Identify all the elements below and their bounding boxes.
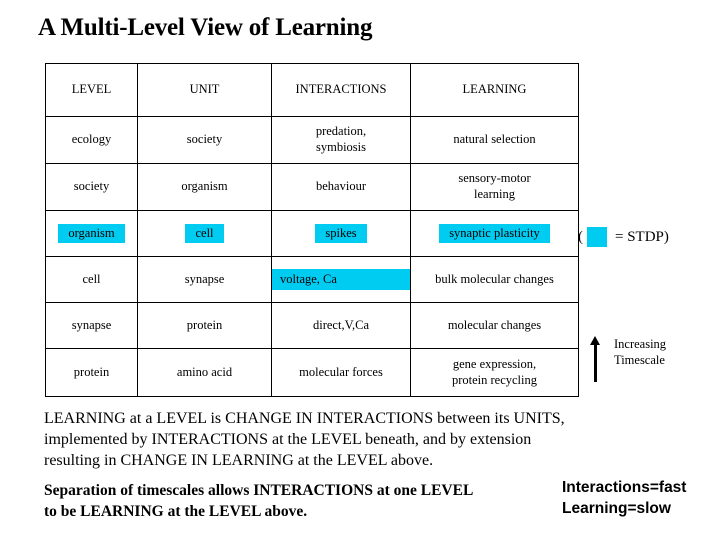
cell-learning: natural selection: [410, 116, 579, 164]
cell-unit: cell: [137, 210, 272, 257]
page-title: A Multi-Level View of Learning: [38, 14, 373, 41]
levels-table: LEVEL UNIT INTERACTIONS LEARNING ecology…: [45, 63, 579, 397]
highlight-chip: synaptic plasticity: [439, 223, 550, 244]
cell-learning: synaptic plasticity: [410, 210, 579, 257]
cell-level: cell: [45, 256, 138, 303]
up-arrow-icon: [588, 336, 602, 382]
secondary-paragraph: Separation of timescales allows INTERACT…: [44, 481, 554, 522]
cell-interactions: direct,V,Ca: [271, 302, 411, 349]
cell-interactions: behaviour: [271, 163, 411, 211]
main-paragraph-line3: resulting in CHANGE IN LEARNING at the L…: [44, 452, 434, 470]
cell-interactions-line2: symbiosis: [315, 140, 366, 154]
table-row: society organism behaviour sensory-motor…: [45, 163, 579, 211]
cell-unit: protein: [137, 302, 272, 349]
cell-unit: society: [137, 116, 272, 164]
main-paragraph-line1: LEARNING at a LEVEL is CHANGE IN INTERAC…: [44, 410, 565, 427]
cell-level: organism: [45, 210, 138, 257]
speed-note-line1: Interactions=fast: [562, 479, 687, 496]
cell-learning-line2: learning: [474, 187, 515, 201]
highlight-color-swatch: [587, 227, 607, 247]
main-paragraph: LEARNING at a LEVEL is CHANGE IN INTERAC…: [44, 408, 644, 471]
cell-level: protein: [45, 348, 138, 397]
timescale-line1: Increasing: [614, 337, 667, 351]
cell-learning-line1: gene expression,: [452, 356, 537, 371]
cell-learning: sensory-motor learning: [410, 163, 579, 211]
cell-interactions-line1: predation,: [315, 124, 367, 139]
timescale-label: Increasing Timescale: [614, 336, 666, 368]
cell-level: society: [45, 163, 138, 211]
cell-interactions: molecular forces: [271, 348, 411, 397]
timescale-line2: Timescale: [614, 353, 665, 367]
cell-learning-line1: sensory-motor: [458, 171, 531, 186]
cell-level: synapse: [45, 302, 138, 349]
table-row: synapse protein direct,V,Ca molecular ch…: [45, 302, 579, 349]
speed-note: Interactions=fast Learning=slow: [562, 478, 686, 520]
table-row: protein amino acid molecular forces gene…: [45, 348, 579, 397]
cell-learning: gene expression, protein recycling: [410, 348, 579, 397]
cell-level: ecology: [45, 116, 138, 164]
column-header-interactions: INTERACTIONS: [271, 63, 411, 117]
cell-unit: synapse: [137, 256, 272, 303]
cell-learning-line2: protein recycling: [451, 372, 538, 387]
cell-interactions: voltage, Ca: [271, 256, 411, 303]
column-header-level: LEVEL: [45, 63, 138, 117]
main-paragraph-line2: implemented by INTERACTIONS at the LEVEL…: [44, 431, 532, 449]
table-row: cell synapse voltage, Ca bulk molecular …: [45, 256, 579, 303]
highlight-chip: voltage, Ca: [272, 268, 410, 291]
secondary-paragraph-line2: to be LEARNING at the LEVEL above.: [44, 502, 308, 520]
highlight-chip: spikes: [315, 223, 367, 244]
secondary-paragraph-line1: Separation of timescales allows INTERACT…: [44, 482, 474, 499]
highlight-chip: cell: [185, 223, 224, 244]
arrow-shaft: [594, 343, 597, 382]
legend-label: = STDP): [615, 228, 669, 245]
cell-unit: amino acid: [137, 348, 272, 397]
stdp-legend: ( = STDP): [578, 227, 669, 247]
cell-learning: molecular changes: [410, 302, 579, 349]
table-row: ecology society predation, symbiosis nat…: [45, 116, 579, 164]
speed-note-line2: Learning=slow: [562, 499, 671, 517]
column-header-unit: UNIT: [137, 63, 272, 117]
highlight-chip: organism: [58, 223, 125, 244]
timescale-annotation: Increasing Timescale: [588, 336, 666, 382]
legend-open-paren: (: [578, 228, 583, 245]
cell-learning: bulk molecular changes: [410, 256, 579, 303]
table-header-row: LEVEL UNIT INTERACTIONS LEARNING: [45, 63, 579, 117]
cell-interactions: spikes: [271, 210, 411, 257]
table-row-highlighted: organism cell spikes synaptic plasticity: [45, 210, 579, 257]
column-header-learning: LEARNING: [410, 63, 579, 117]
cell-interactions: predation, symbiosis: [271, 116, 411, 164]
cell-unit: organism: [137, 163, 272, 211]
